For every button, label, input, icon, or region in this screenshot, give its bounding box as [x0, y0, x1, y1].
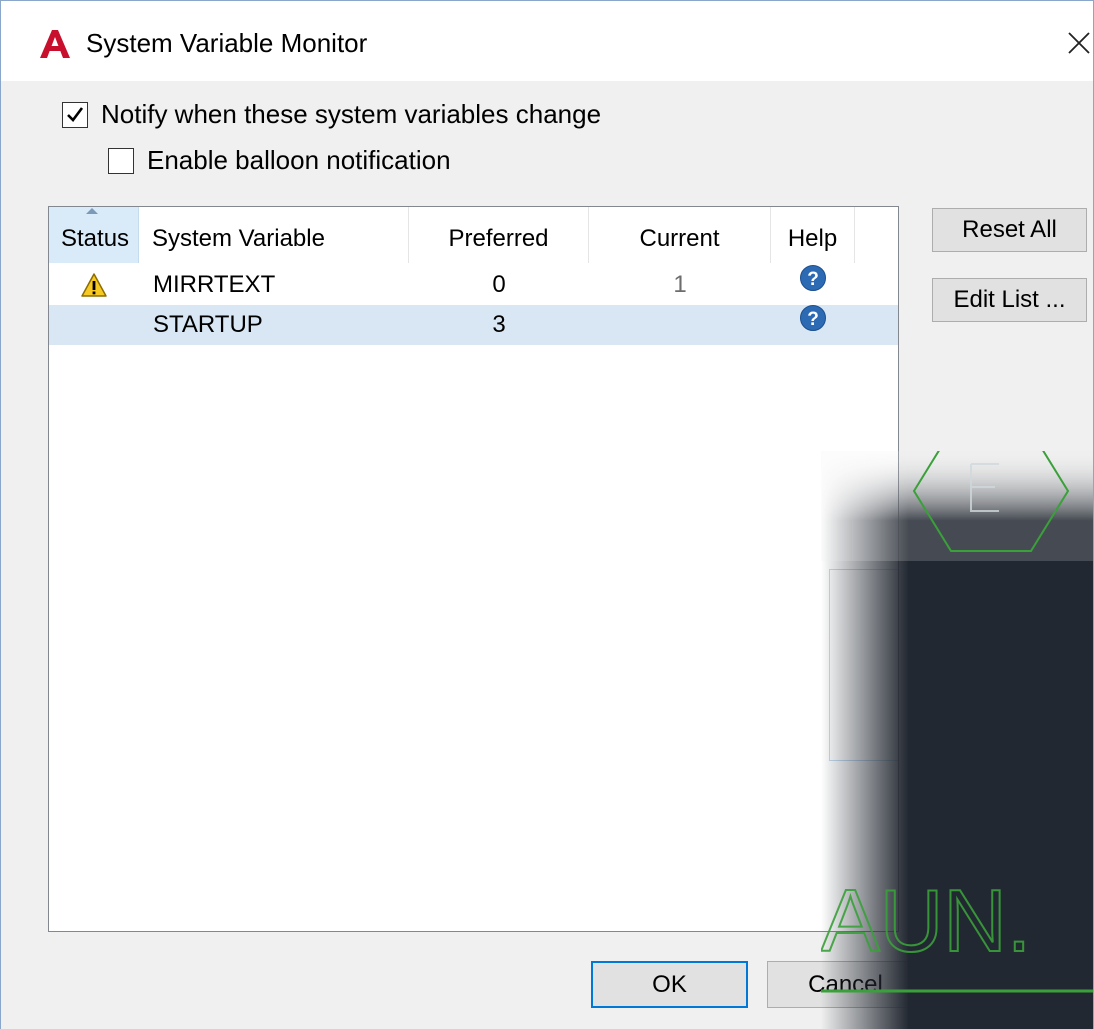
notify-checkbox[interactable]: [62, 101, 88, 128]
balloon-option[interactable]: Enable balloon notification: [108, 145, 451, 176]
close-button[interactable]: [1059, 21, 1093, 65]
preferred-cell[interactable]: 0: [409, 265, 589, 305]
column-header-preferred[interactable]: Preferred: [409, 207, 589, 263]
balloon-checkbox[interactable]: [108, 147, 134, 174]
help-icon[interactable]: ?: [799, 264, 827, 292]
svg-text:?: ?: [807, 309, 819, 330]
variable-cell: STARTUP: [153, 311, 263, 338]
column-header-system-variable[interactable]: System Variable: [139, 207, 409, 263]
balloon-label: Enable balloon notification: [147, 145, 451, 175]
column-header-help[interactable]: Help: [771, 207, 855, 263]
edit-list-button[interactable]: Edit List ...: [932, 278, 1087, 322]
title-bar[interactable]: System Variable Monitor: [1, 1, 1093, 81]
variable-cell: MIRRTEXT: [153, 271, 276, 298]
table-row[interactable]: MIRRTEXT 0 1 ?: [49, 265, 898, 305]
system-variable-list[interactable]: Status System Variable Preferred Current…: [48, 206, 899, 932]
column-header-current[interactable]: Current: [589, 207, 771, 263]
column-header-status[interactable]: Status: [49, 207, 139, 263]
list-header: Status System Variable Preferred Current…: [49, 207, 898, 263]
help-cell[interactable]: ?: [771, 305, 855, 345]
autocad-logo-icon: [40, 30, 70, 58]
status-cell: [49, 305, 139, 345]
ghost-selection-frame: [829, 569, 898, 761]
ok-button[interactable]: OK: [591, 961, 748, 1008]
column-header-filler: [855, 207, 898, 263]
current-cell: 1: [673, 271, 687, 298]
warning-icon: [81, 273, 107, 297]
notify-label: Notify when these system variables chang…: [101, 99, 602, 129]
hexagon-logo-shape: [912, 451, 1070, 552]
checkmark-icon: [67, 106, 84, 122]
preferred-cell[interactable]: 3: [409, 305, 589, 345]
close-icon: [1068, 32, 1090, 54]
reset-all-button[interactable]: Reset All: [932, 208, 1087, 252]
help-icon[interactable]: ?: [799, 304, 827, 332]
sort-ascending-icon: [86, 208, 98, 214]
help-cell[interactable]: ?: [771, 265, 855, 305]
status-cell: [49, 265, 139, 305]
notify-option[interactable]: Notify when these system variables chang…: [62, 99, 601, 130]
system-variable-monitor-dialog: System Variable Monitor Notify when thes…: [0, 0, 1094, 1029]
window-title: System Variable Monitor: [86, 28, 368, 58]
table-row[interactable]: STARTUP 3 ?: [49, 305, 898, 345]
cancel-button[interactable]: Cancel: [767, 961, 924, 1008]
current-cell: [589, 305, 771, 345]
svg-text:?: ?: [807, 269, 819, 290]
